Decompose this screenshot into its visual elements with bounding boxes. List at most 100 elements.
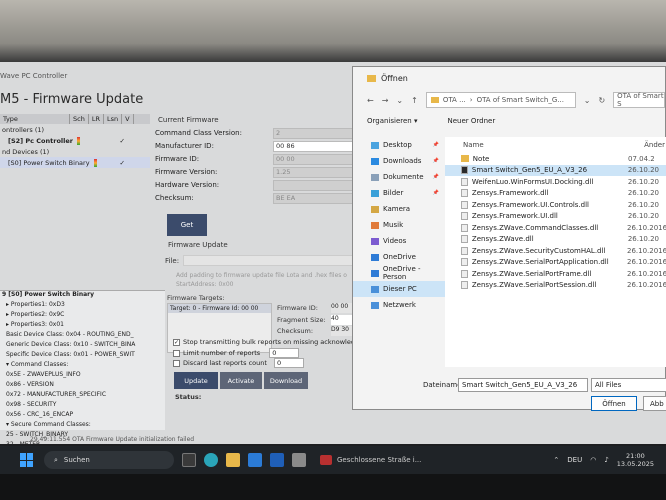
- property-row[interactable]: ▾ Command Classes:: [0, 361, 165, 371]
- file-row[interactable]: Zensys.ZWave.SecurityCustomHAL.dll 26.10.…: [445, 245, 666, 257]
- limit-reports-option[interactable]: Limit number of reports 0: [173, 348, 300, 358]
- edge-browser-icon[interactable]: [204, 453, 218, 467]
- tree-row[interactable]: [S2] Pc Controller ✓: [0, 135, 150, 146]
- property-row[interactable]: Specific Device Class: 0x01 - POWER_SWIT: [0, 351, 165, 361]
- pin-icon[interactable]: 📌: [433, 142, 439, 148]
- tree-row[interactable]: nd Devices (1): [0, 146, 150, 157]
- new-folder-button[interactable]: Neuer Ordner: [447, 117, 495, 125]
- property-row[interactable]: ▸ Properties1: 0xD3: [0, 301, 165, 311]
- activate-button[interactable]: Activate: [220, 372, 262, 389]
- property-row[interactable]: 0x56 - CRC_16_ENCAP: [0, 411, 165, 421]
- refresh-icon[interactable]: ↻: [598, 96, 605, 105]
- get-button[interactable]: Get: [167, 214, 207, 236]
- up-arrow-icon[interactable]: ↑: [411, 96, 418, 105]
- file-row[interactable]: Zensys.ZWave.SerialPortSession.dll 26.10.…: [445, 280, 666, 292]
- nav-item[interactable]: OneDrive - Person: [353, 265, 445, 281]
- zwave-controller-icon[interactable]: [292, 453, 306, 467]
- path-segment-2[interactable]: OTA of Smart Switch_G...: [477, 96, 564, 104]
- nav-item[interactable]: Kamera: [353, 201, 445, 217]
- news-widget[interactable]: Geschlossene Straße i...: [320, 455, 421, 465]
- tree-column-header[interactable]: Lsn: [104, 114, 123, 124]
- filetype-select[interactable]: All Files: [591, 378, 666, 392]
- file-row[interactable]: Note 07.04.2: [445, 153, 666, 165]
- path-segment-1[interactable]: OTA ...: [443, 96, 466, 104]
- name-column-header[interactable]: Name: [463, 141, 484, 149]
- back-arrow-icon[interactable]: ←: [367, 96, 374, 105]
- date-column-header[interactable]: Änder: [644, 141, 665, 149]
- pin-icon[interactable]: 📌: [433, 158, 439, 164]
- tree-row[interactable]: ontrollers (1): [0, 124, 150, 135]
- property-row[interactable]: 0x86 - VERSION: [0, 381, 165, 391]
- nav-item[interactable]: Bilder 📌: [353, 185, 445, 201]
- property-row[interactable]: ▸ Properties2: 0x9C: [0, 311, 165, 321]
- property-row[interactable]: ▾ Secure Command Classes:: [0, 421, 165, 431]
- search-input[interactable]: OTA of Smart S: [613, 92, 665, 108]
- nav-item[interactable]: Dieser PC: [353, 281, 445, 297]
- nav-item[interactable]: Musik: [353, 217, 445, 233]
- property-row[interactable]: Basic Device Class: 0x04 - ROUTING_END_: [0, 331, 165, 341]
- wifi-icon[interactable]: ◠: [590, 456, 596, 464]
- nav-item[interactable]: Videos: [353, 233, 445, 249]
- nav-item[interactable]: OneDrive: [353, 249, 445, 265]
- tree-column-header[interactable]: LR: [89, 114, 104, 124]
- file-input[interactable]: [183, 255, 353, 266]
- app-si-icon[interactable]: [270, 453, 284, 467]
- limit-reports-checkbox[interactable]: [173, 349, 180, 357]
- address-bar[interactable]: OTA ... › OTA of Smart Switch_G...: [425, 92, 576, 108]
- property-row[interactable]: 0x72 - MANUFACTURER_SPECIFIC: [0, 391, 165, 401]
- file-row[interactable]: Zensys.ZWave.dll 26.10.20: [445, 234, 666, 246]
- file-row[interactable]: Smart Switch_Gen5_EU_A_V3_26 26.10.20: [445, 164, 666, 176]
- fragment-size-value[interactable]: 40: [331, 315, 353, 325]
- language-indicator[interactable]: DEU: [567, 456, 582, 464]
- store-icon[interactable]: [248, 453, 262, 467]
- dropdown-chevron-icon[interactable]: ⌄: [396, 96, 403, 105]
- cancel-button[interactable]: Abb: [643, 396, 666, 411]
- tree-column-header[interactable]: Sch: [70, 114, 89, 124]
- navigation-pane[interactable]: Desktop 📌 Downloads 📌 Dokumente 📌 Bilder 📌 Kamer…: [353, 137, 445, 367]
- tree-row[interactable]: [S0] Power Switch Binary ✓: [0, 157, 150, 168]
- property-row[interactable]: Generic Device Class: 0x10 - SWITCH_BINA: [0, 341, 165, 351]
- tree-column-header[interactable]: V: [122, 114, 134, 124]
- path-dropdown-icon[interactable]: ⌄: [584, 96, 591, 105]
- download-button[interactable]: Download: [264, 372, 308, 389]
- taskbar-search[interactable]: ⌕ Suchen: [44, 451, 174, 469]
- file-row[interactable]: Zensys.ZWave.CommandClasses.dll 26.10.201…: [445, 222, 666, 234]
- volume-icon[interactable]: ♪: [604, 456, 608, 464]
- firmware-field-value[interactable]: 00 86: [273, 141, 353, 152]
- discard-reports-checkbox[interactable]: [173, 359, 180, 367]
- property-row[interactable]: 0x5E - ZWAVEPLUS_INFO: [0, 371, 165, 381]
- open-button[interactable]: Öffnen: [591, 396, 637, 411]
- file-row[interactable]: Zensys.Framework.dll 26.10.20: [445, 188, 666, 200]
- limit-reports-stepper[interactable]: 0: [269, 348, 300, 358]
- file-row[interactable]: Zensys.ZWave.SerialPortFrame.dll 26.10.20…: [445, 268, 666, 280]
- file-row[interactable]: Zensys.Framework.UI.dll 26.10.20: [445, 211, 666, 223]
- nav-item[interactable]: Dokumente 📌: [353, 169, 445, 185]
- task-view-icon[interactable]: [182, 453, 196, 467]
- clock[interactable]: 21:00 13.05.2025: [617, 452, 654, 468]
- file-list[interactable]: Name Änder Note 07.04.2 Smart Switch_Gen5_…: [445, 137, 666, 367]
- pin-icon[interactable]: 📌: [433, 174, 439, 180]
- property-row[interactable]: ▸ Properties3: 0x01: [0, 321, 165, 331]
- discard-reports-option[interactable]: Discard last reports count 0: [173, 358, 304, 368]
- stop-bulk-option[interactable]: ✓ Stop transmitting bulk reports on miss…: [173, 338, 363, 346]
- update-button[interactable]: Update: [174, 372, 218, 389]
- windows-start-icon[interactable]: [20, 453, 34, 467]
- chevron-up-icon[interactable]: ⌃: [553, 456, 559, 464]
- pin-icon[interactable]: 📌: [433, 190, 439, 196]
- nav-item[interactable]: Desktop 📌: [353, 137, 445, 153]
- file-row[interactable]: Zensys.ZWave.SerialPortApplication.dll 26…: [445, 257, 666, 269]
- properties-panel[interactable]: 9 [S0] Power Switch Binary ▸ Properties1…: [0, 290, 165, 444]
- firmware-target-item[interactable]: Target: 0 - Firmware Id: 00 00: [168, 304, 271, 313]
- file-row[interactable]: Zensys.Framework.UI.Controls.dll 26.10.20: [445, 199, 666, 211]
- file-explorer-icon[interactable]: [226, 453, 240, 467]
- nav-item[interactable]: Netzwerk: [353, 297, 445, 313]
- property-row[interactable]: 0x98 - SECURITY: [0, 401, 165, 411]
- organize-button[interactable]: Organisieren ▾: [367, 117, 417, 125]
- stop-bulk-checkbox[interactable]: ✓: [173, 338, 180, 346]
- nav-item[interactable]: Downloads 📌: [353, 153, 445, 169]
- filename-input[interactable]: Smart Switch_Gen5_EU_A_V3_26: [458, 378, 588, 392]
- file-row[interactable]: WeifenLuo.WinFormsUI.Docking.dll 26.10.20: [445, 176, 666, 188]
- device-tree[interactable]: ontrollers (1) [S2] Pc Controller ✓ nd Devi…: [0, 124, 150, 168]
- discard-reports-stepper[interactable]: 0: [273, 358, 304, 368]
- forward-arrow-icon[interactable]: →: [382, 96, 389, 105]
